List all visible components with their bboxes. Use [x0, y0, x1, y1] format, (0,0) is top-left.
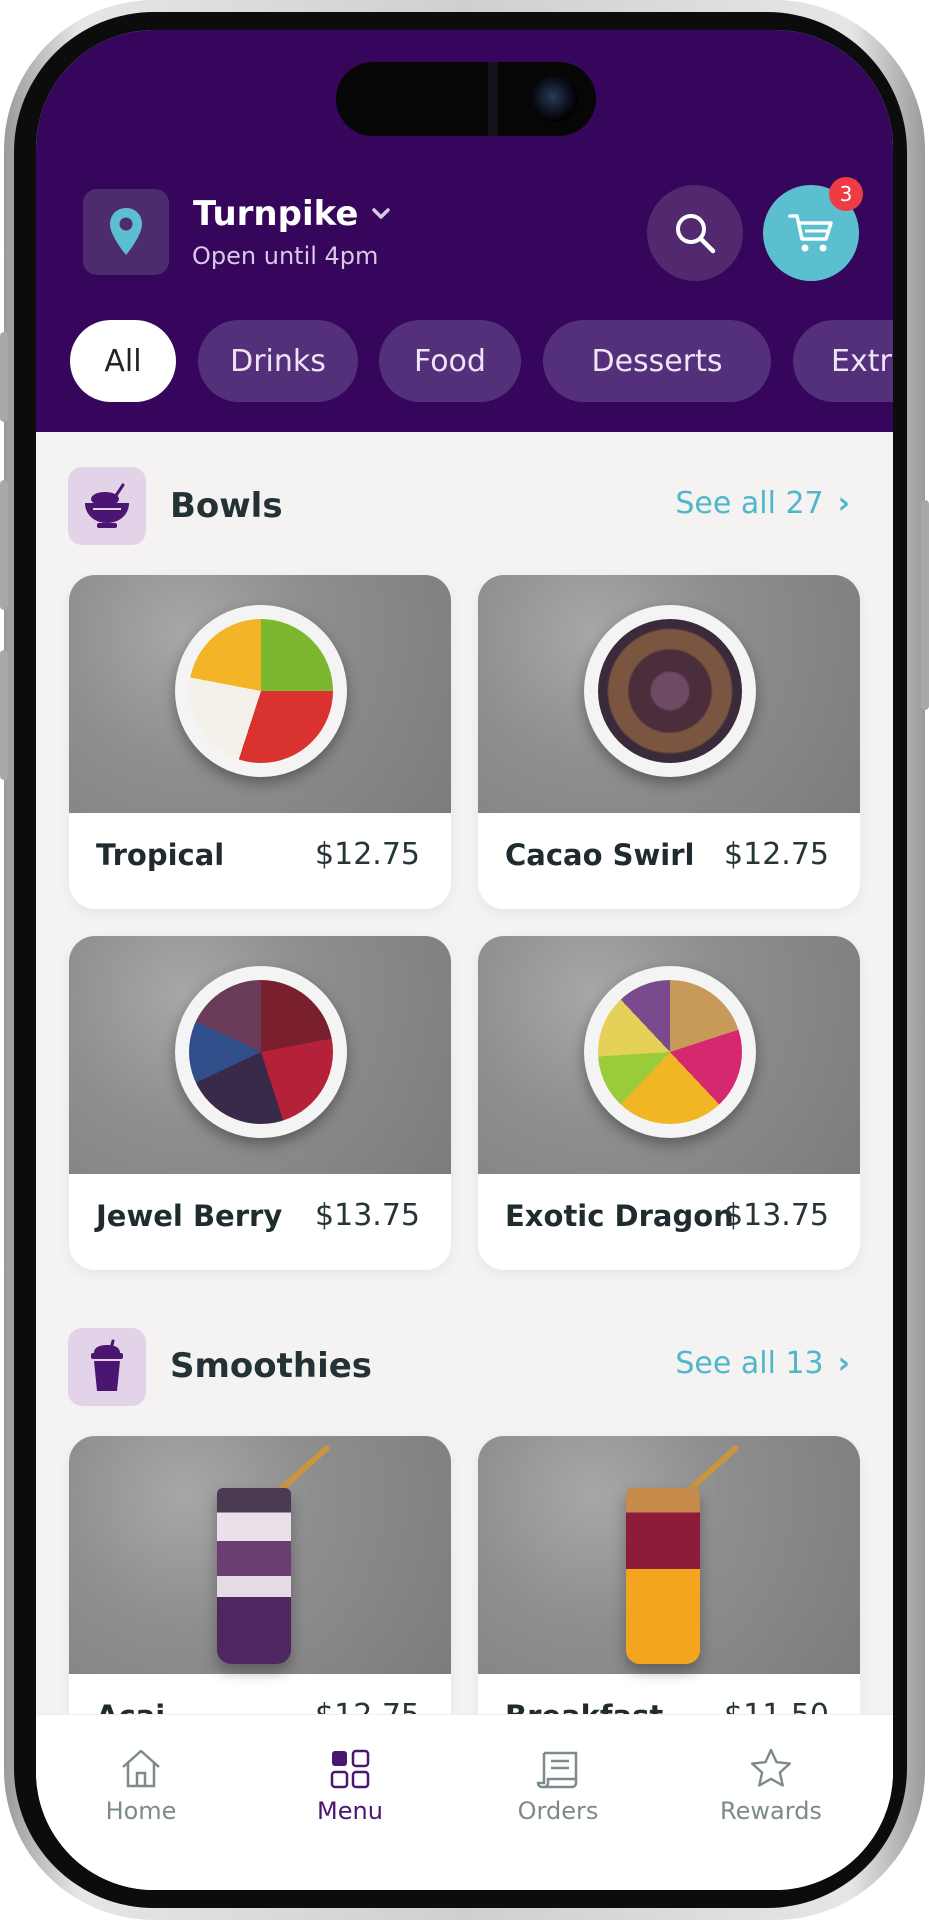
bowls-section-title: Bowls	[170, 486, 283, 526]
star-icon	[751, 1748, 791, 1787]
app-screen: Turnpike Open until 4pm 3 All Drinks Foo…	[36, 30, 893, 1890]
app-header: Turnpike Open until 4pm 3 All Drinks Foo…	[36, 30, 893, 432]
cart-icon	[788, 214, 833, 252]
receipt-icon	[536, 1751, 578, 1789]
bottom-tab-bar: Home Menu Orders Rewards	[36, 1714, 893, 1890]
tab-label: Home	[105, 1797, 177, 1825]
cart-count-badge: 3	[829, 177, 863, 211]
chip-all[interactable]: All	[70, 320, 176, 402]
bowls-see-all-link[interactable]: See all 27 ›	[675, 486, 850, 521]
tab-rewards[interactable]: Rewards	[671, 1715, 871, 1825]
chevron-right-icon: ›	[837, 1346, 850, 1381]
cup-icon	[91, 1339, 123, 1391]
smoothies-section-title: Smoothies	[170, 1346, 373, 1386]
product-price: $12.75	[315, 837, 420, 872]
home-icon	[122, 1749, 160, 1788]
chevron-right-icon: ›	[837, 486, 850, 521]
chip-desserts[interactable]: Desserts	[543, 320, 771, 402]
chevron-down-icon	[372, 208, 391, 219]
product-card-jewel-berry[interactable]: Jewel Berry $13.75	[69, 936, 451, 1270]
map-pin-icon	[110, 208, 142, 255]
side-button	[921, 500, 929, 710]
product-card-cacao-swirl[interactable]: Cacao Swirl $12.75	[478, 575, 860, 909]
product-name: Cacao Swirl	[505, 838, 695, 872]
chip-extras[interactable]: Extras	[793, 320, 893, 402]
product-image	[69, 1436, 451, 1674]
store-hours: Open until 4pm	[192, 242, 379, 270]
search-button[interactable]	[647, 185, 743, 281]
location-button[interactable]	[83, 189, 169, 275]
bowl-icon	[85, 483, 129, 528]
store-name: Turnpike	[193, 194, 359, 234]
product-image	[69, 575, 451, 813]
see-all-label: See all 13	[675, 1346, 824, 1381]
side-button	[0, 480, 8, 610]
menu-grid-icon	[330, 1749, 370, 1789]
category-chips: All Drinks Food Desserts Extras	[70, 320, 893, 402]
chip-drinks[interactable]: Drinks	[198, 320, 358, 402]
smoothies-see-all-link[interactable]: See all 13 ›	[675, 1346, 850, 1381]
product-price: $12.75	[724, 837, 829, 872]
tab-label: Orders	[517, 1797, 599, 1825]
product-price: $13.75	[724, 1198, 829, 1233]
product-name: Jewel Berry	[96, 1199, 283, 1233]
side-button	[0, 332, 8, 422]
search-icon	[676, 214, 716, 254]
product-image	[478, 1436, 860, 1674]
product-image	[478, 936, 860, 1174]
tab-home[interactable]: Home	[41, 1715, 241, 1825]
product-card-exotic-dragon[interactable]: Exotic Dragon $13.75	[478, 936, 860, 1270]
smoothies-section-icon	[68, 1328, 146, 1406]
product-name: Exotic Dragon	[505, 1199, 734, 1233]
product-name: Tropical	[96, 838, 225, 872]
product-card-tropical[interactable]: Tropical $12.75	[69, 575, 451, 909]
bowls-section-icon	[68, 467, 146, 545]
product-price: $13.75	[315, 1198, 420, 1233]
chip-food[interactable]: Food	[379, 320, 521, 402]
side-button	[0, 650, 8, 780]
tab-menu[interactable]: Menu	[250, 1715, 450, 1825]
store-selector[interactable]: Turnpike	[193, 194, 392, 234]
dynamic-island	[336, 62, 596, 136]
see-all-label: See all 27	[675, 486, 824, 521]
product-image	[69, 936, 451, 1174]
tab-label: Rewards	[720, 1797, 822, 1825]
tab-label: Menu	[317, 1797, 383, 1825]
product-image	[478, 575, 860, 813]
tab-orders[interactable]: Orders	[458, 1715, 658, 1825]
